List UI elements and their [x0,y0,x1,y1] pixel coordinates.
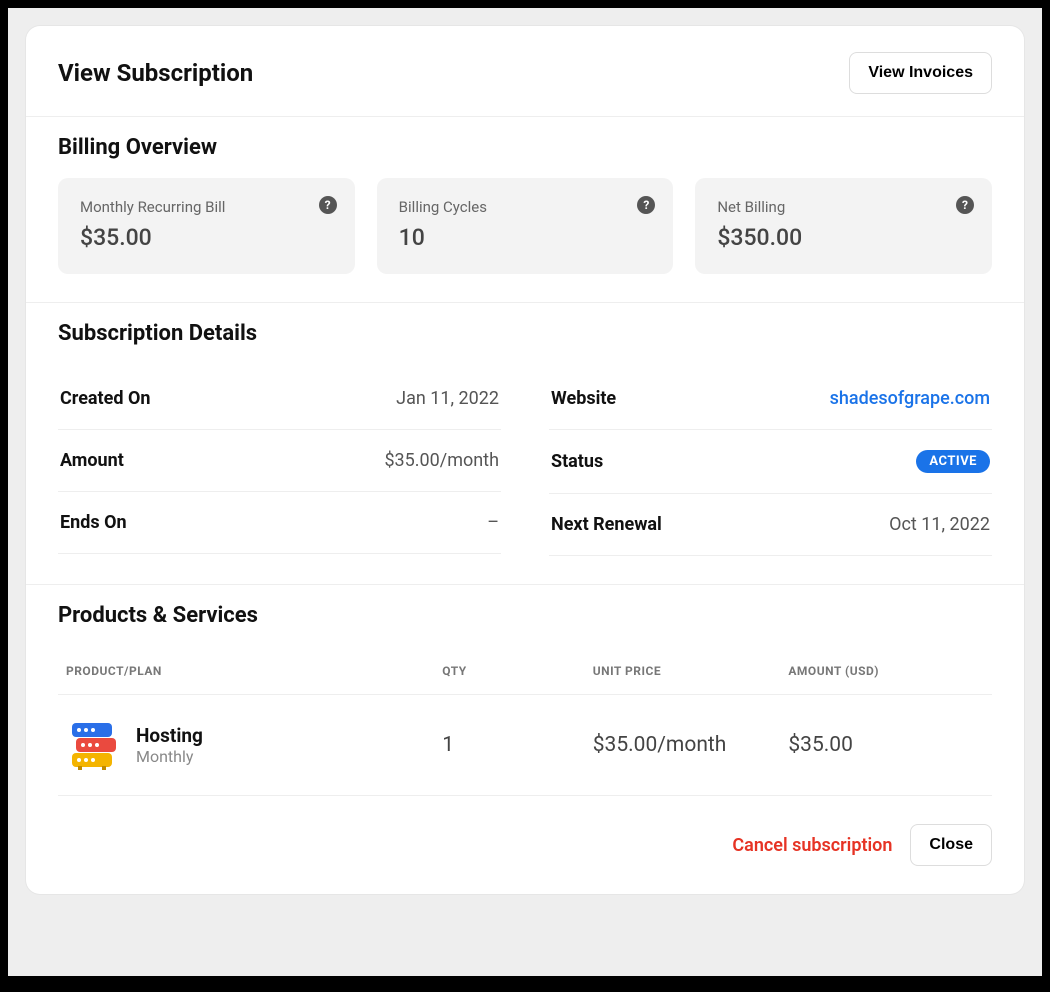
product-qty: 1 [442,733,593,757]
detail-status: Status ACTIVE [549,430,992,494]
detail-value: – [487,512,499,533]
billing-overview-heading: Billing Overview [58,135,992,160]
subscription-details-heading: Subscription Details [58,321,992,346]
products-table-header: PRODUCT/PLAN QTY UNIT PRICE AMOUNT (USD) [58,646,992,695]
help-icon[interactable]: ? [956,196,974,214]
detail-amount: Amount $35.00/month [58,430,501,492]
status-badge: ACTIVE [916,450,990,473]
detail-value: Oct 11, 2022 [889,514,990,535]
products-section: Products & Services PRODUCT/PLAN QTY UNI… [26,585,1024,796]
modal-footer: Cancel subscription Close [26,796,1024,894]
view-invoices-button[interactable]: View Invoices [849,52,992,94]
detail-label: Created On [60,388,150,409]
detail-label: Amount [60,450,124,471]
table-row: Hosting Monthly 1 $35.00/month $35.00 [58,695,992,796]
col-amount: AMOUNT (USD) [788,664,984,678]
detail-website: Website shadesofgrape.com [549,368,992,430]
billing-overview-section: Billing Overview Monthly Recurring Bill … [26,117,1024,303]
card-label: Monthly Recurring Bill [80,198,333,216]
close-button[interactable]: Close [910,824,992,866]
detail-label: Ends On [60,512,127,533]
detail-created-on: Created On Jan 11, 2022 [58,368,501,430]
detail-next-renewal: Next Renewal Oct 11, 2022 [549,494,992,556]
card-monthly-recurring: Monthly Recurring Bill $35.00 ? [58,178,355,274]
modal-header: View Subscription View Invoices [26,26,1024,117]
product-name: Hosting [136,724,203,747]
subscription-modal: View Subscription View Invoices Billing … [26,26,1024,894]
website-link[interactable]: shadesofgrape.com [830,388,990,409]
card-net-billing: Net Billing $350.00 ? [695,178,992,274]
help-icon[interactable]: ? [319,196,337,214]
hosting-icon [66,719,122,771]
product-plan: Monthly [136,747,203,766]
card-value: $350.00 [717,224,970,251]
card-label: Net Billing [717,198,970,216]
product-amount: $35.00 [788,733,984,757]
card-value: 10 [399,224,652,251]
card-billing-cycles: Billing Cycles 10 ? [377,178,674,274]
page-title: View Subscription [58,59,253,87]
detail-value: $35.00/month [384,450,499,471]
card-label: Billing Cycles [399,198,652,216]
products-heading: Products & Services [58,603,992,628]
col-product: PRODUCT/PLAN [66,664,442,678]
subscription-details-section: Subscription Details Created On Jan 11, … [26,303,1024,585]
detail-label: Status [551,451,603,472]
help-icon[interactable]: ? [637,196,655,214]
col-unit-price: UNIT PRICE [593,664,789,678]
card-value: $35.00 [80,224,333,251]
cancel-subscription-link[interactable]: Cancel subscription [732,835,892,856]
detail-label: Next Renewal [551,514,662,535]
detail-ends-on: Ends On – [58,492,501,554]
detail-value: Jan 11, 2022 [396,388,499,409]
detail-label: Website [551,388,616,409]
col-qty: QTY [442,664,593,678]
product-unit-price: $35.00/month [593,733,789,757]
